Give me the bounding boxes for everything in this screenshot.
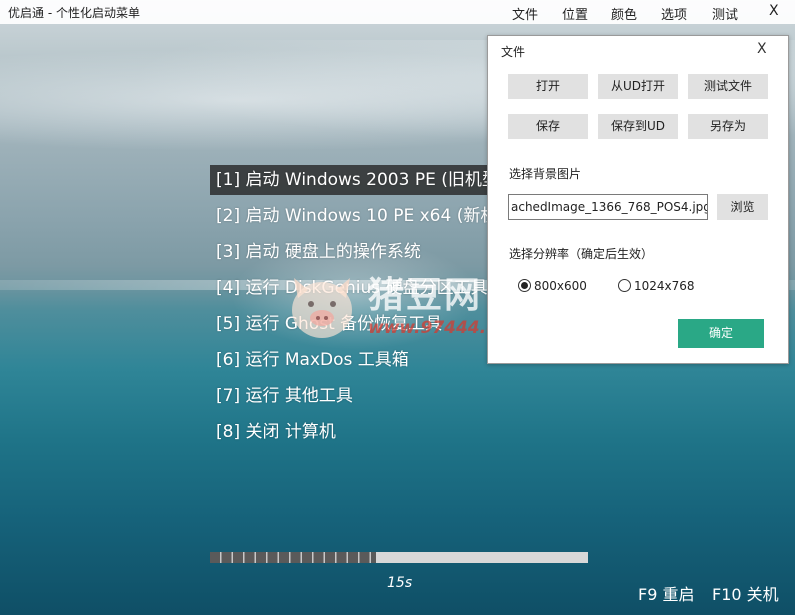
hotkey-restart[interactable]: F9 重启 bbox=[638, 581, 694, 605]
menu-color[interactable]: 颜色 bbox=[611, 4, 637, 23]
app-title: 优启通 - 个性化启动菜单 bbox=[8, 6, 140, 20]
radio-unselected-icon bbox=[618, 279, 631, 292]
title-bar: 优启通 - 个性化启动菜单 文件 位置 颜色 选项 测试 X bbox=[0, 0, 795, 24]
menu-file[interactable]: 文件 bbox=[512, 4, 538, 23]
open-button[interactable]: 打开 bbox=[508, 74, 588, 99]
boot-item-1[interactable]: [1] 启动 Windows 2003 PE (旧机型 bbox=[210, 165, 506, 195]
save-to-ud-button[interactable]: 保存到UD bbox=[598, 114, 678, 139]
boot-item-8[interactable]: [8] 关闭 计算机 bbox=[210, 417, 336, 447]
resolution-radio-800x600[interactable]: 800x600 bbox=[518, 279, 587, 293]
window-close-button[interactable]: X bbox=[769, 3, 779, 19]
open-from-ud-button[interactable]: 从UD打开 bbox=[598, 74, 678, 99]
resolution-option-label: 1024x768 bbox=[634, 279, 695, 293]
countdown-text: 15s bbox=[387, 575, 413, 591]
background-image-label: 选择背景图片 bbox=[509, 167, 582, 181]
save-as-button[interactable]: 另存为 bbox=[688, 114, 768, 139]
hotkey-shutdown[interactable]: F10 关机 bbox=[712, 581, 779, 605]
menu-test[interactable]: 测试 bbox=[712, 4, 738, 23]
background-path-value: achedImage_1366_768_POS4.jpg bbox=[511, 200, 708, 214]
boot-item-5[interactable]: [5] 运行 Ghost 备份恢复工具 bbox=[210, 309, 442, 339]
resolution-label: 选择分辨率（确定后生效） bbox=[509, 247, 654, 261]
boot-item-7[interactable]: [7] 运行 其他工具 bbox=[210, 381, 353, 411]
save-button[interactable]: 保存 bbox=[508, 114, 588, 139]
boot-item-2[interactable]: [2] 启动 Windows 10 PE x64 (新机器 bbox=[210, 201, 514, 231]
confirm-button[interactable]: 确定 bbox=[678, 319, 764, 348]
menu-options[interactable]: 选项 bbox=[661, 4, 687, 23]
dialog-title: 文件 bbox=[501, 45, 526, 59]
boot-item-3[interactable]: [3] 启动 硬盘上的操作系统 bbox=[210, 237, 421, 267]
countdown-progress-bar bbox=[210, 552, 588, 563]
boot-item-6[interactable]: [6] 运行 MaxDos 工具箱 bbox=[210, 345, 409, 375]
radio-selected-icon bbox=[518, 279, 531, 292]
dialog-close-button[interactable]: X bbox=[757, 41, 767, 57]
resolution-option-label: 800x600 bbox=[534, 279, 587, 293]
background-path-input[interactable]: achedImage_1366_768_POS4.jpg bbox=[508, 194, 708, 220]
test-file-button[interactable]: 测试文件 bbox=[688, 74, 768, 99]
file-dialog: 文件 X 打开 从UD打开 测试文件 保存 保存到UD 另存为 选择背景图片 a… bbox=[487, 35, 789, 364]
countdown-progress-fill bbox=[210, 552, 377, 563]
resolution-radio-1024x768[interactable]: 1024x768 bbox=[618, 279, 695, 293]
menu-position[interactable]: 位置 bbox=[562, 4, 588, 23]
boot-item-4[interactable]: [4] 运行 DiskGenius 硬盘分区工具 bbox=[210, 273, 488, 303]
browse-button[interactable]: 浏览 bbox=[717, 194, 768, 220]
